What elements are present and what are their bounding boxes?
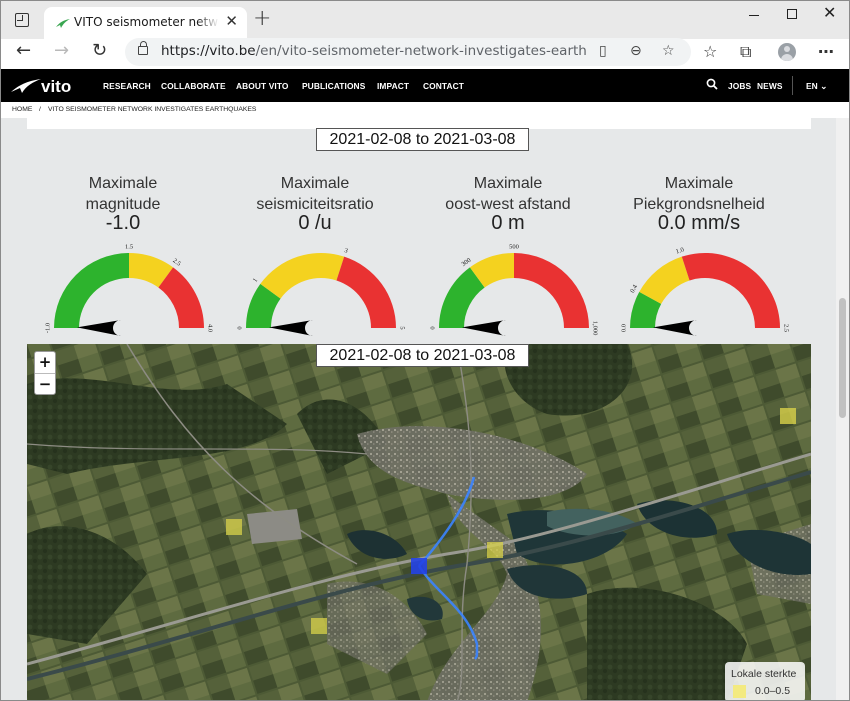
reader-view-icon[interactable]: ▯ [599, 43, 607, 59]
tab-close-icon[interactable]: ✕ [225, 14, 238, 29]
site-navigation: vito RESEARCH COLLABORATE ABOUT VITO PUB… [1, 69, 849, 102]
gauge-tick-label: 1,000 [592, 321, 599, 336]
map-zoom-control: + − [34, 351, 56, 395]
browser-toolbar: ← → ↻ https://vito.be/en/vito-seismomete… [1, 38, 849, 67]
nav-research[interactable]: RESEARCH [103, 81, 151, 91]
profile-avatar[interactable] [778, 43, 796, 61]
reload-icon[interactable]: ↻ [92, 41, 107, 61]
vito-logo[interactable]: vito [11, 75, 79, 97]
breadcrumb: HOME / VITO SEISMOMETER NETWORK INVESTIG… [1, 102, 849, 118]
gauge-tick-label: 5 [399, 326, 406, 329]
close-window-button[interactable]: ✕ [807, 1, 849, 29]
legend-range: 0.0–0.5 [755, 685, 791, 697]
zoom-in-button[interactable]: + [35, 352, 55, 373]
more-menu-icon[interactable]: ⋯ [818, 42, 834, 61]
nav-impact[interactable]: IMPACT [377, 81, 409, 91]
nav-divider [792, 76, 793, 95]
gauge-tick-label: 0 [236, 326, 243, 329]
gauge-tick-label: -1.0 [44, 323, 51, 333]
logo-text: vito [41, 77, 71, 96]
gauge-value: 0.0 mm/s [657, 212, 741, 234]
nav-jobs[interactable]: JOBS [728, 81, 751, 91]
search-icon[interactable] [706, 78, 718, 90]
map-legend: Lokale sterkte 0.0–0.5 [725, 662, 805, 700]
legend-swatch [733, 685, 746, 698]
scrollbar-thumb[interactable] [839, 298, 846, 418]
language-selector[interactable]: EN ⌄ [806, 81, 827, 91]
gauge-tick-label: 0.0 [620, 324, 627, 332]
gauge-band-red [681, 253, 780, 328]
station-marker[interactable] [311, 618, 327, 634]
gauge-tick-label: 3 [343, 247, 348, 255]
address-bar[interactable]: https://vito.be/en/vito-seismometer-netw… [125, 38, 691, 66]
gauge-dial: 0.0 0.4 1.0 2.5 [620, 246, 790, 336]
gauge-tick-label: 300 [460, 257, 472, 268]
station-marker[interactable] [780, 408, 796, 424]
new-tab-button[interactable]: + [253, 8, 271, 30]
breadcrumb-home[interactable]: HOME [12, 106, 32, 113]
tab-title: VITO seismometer network investigates ea… [74, 15, 219, 29]
add-favorite-icon[interactable]: ☆ [662, 43, 675, 59]
nav-contact[interactable]: CONTACT [423, 81, 464, 91]
nav-publications[interactable]: PUBLICATIONS [302, 81, 365, 91]
gauge-tick-label: 0.4 [629, 283, 639, 294]
gauge-title: Maximale oost-west afstand [445, 175, 571, 213]
satellite-imagery [27, 344, 811, 700]
gauge-band-green [54, 253, 129, 328]
browser-tab[interactable]: VITO seismometer network investigates ea… [44, 7, 247, 39]
gauge-band-red [514, 253, 589, 328]
station-marker[interactable] [226, 519, 242, 535]
nav-collaborate[interactable]: COLLABORATE [161, 81, 226, 91]
gauge-value: -1.0 [105, 212, 141, 234]
gauge-dial: 0 1 3 5 [236, 247, 406, 336]
gauge-tick-label: 0 [429, 326, 436, 329]
gauge-needle [462, 320, 506, 336]
chevron-down-icon: ⌄ [820, 81, 828, 91]
page-content: 2021-02-08 to 2021-03-08 Maximale magnitu… [1, 118, 849, 700]
back-arrow-icon[interactable]: ← [16, 41, 31, 61]
browser-window: VITO seismometer network investigates ea… [0, 0, 850, 701]
gauge-needle [269, 320, 313, 336]
breadcrumb-separator: / [39, 106, 41, 113]
nav-about-vito[interactable]: ABOUT VITO [236, 81, 289, 91]
map-date-range: 2021-02-08 to 2021-03-08 [316, 344, 529, 367]
gauge-value: 0 /u [298, 212, 332, 234]
forward-arrow-icon[interactable]: → [54, 41, 69, 61]
gauge-band-yellow [260, 253, 345, 299]
tab-strip: VITO seismometer network investigates ea… [1, 1, 849, 39]
gauge-title: Maximale magnitude [85, 175, 161, 213]
gauge-needle [653, 320, 697, 336]
gauge-date-range: 2021-02-08 to 2021-03-08 [316, 128, 529, 151]
gauge-tick-label: 1.5 [125, 243, 133, 250]
page-scrollbar[interactable] [836, 118, 849, 700]
epicentre-marker[interactable] [411, 558, 427, 574]
gauge-title: Maximale Piekgrondsnelheid [633, 175, 765, 213]
lock-icon[interactable] [138, 41, 148, 55]
gauge-tick-label: 500 [509, 243, 519, 250]
gauge-tick-label: 2.5 [171, 257, 182, 267]
gauge-value: 0 m [491, 212, 525, 234]
gauge-tick-label: 1.0 [675, 246, 685, 255]
gauge-tick-label: 2.5 [783, 324, 790, 332]
nav-news[interactable]: NEWS [757, 81, 783, 91]
favorites-icon[interactable]: ☆ [703, 42, 717, 61]
gauge-dial: -1.0 1.5 2.5 4.0 [44, 243, 214, 336]
legend-title: Lokale sterkte [731, 668, 797, 680]
gauge-title: Maximale seismiciteitsratio [256, 175, 374, 213]
gauge-tick-label: 4.0 [207, 324, 214, 332]
breadcrumb-current: VITO SEISMOMETER NETWORK INVESTIGATES EA… [48, 106, 257, 113]
zoom-icon[interactable]: ⊖ [630, 43, 642, 59]
gauge-band-red [336, 256, 396, 328]
zoom-out-button[interactable]: − [35, 373, 55, 394]
gauge-needle [77, 320, 121, 336]
collections-icon[interactable]: ⧉ [740, 42, 751, 62]
gauge-tick-label: 1 [252, 277, 260, 284]
vito-favicon-icon [56, 19, 70, 28]
gauge-dial: 0 300 500 1,000 [429, 243, 599, 336]
tab-actions-icon[interactable] [15, 13, 29, 27]
url-text[interactable]: https://vito.be/en/vito-seismometer-netw… [161, 43, 587, 59]
station-marker[interactable] [487, 542, 503, 558]
earthquake-map[interactable]: + − Lokale sterkte 0.0–0.5 [27, 344, 811, 700]
